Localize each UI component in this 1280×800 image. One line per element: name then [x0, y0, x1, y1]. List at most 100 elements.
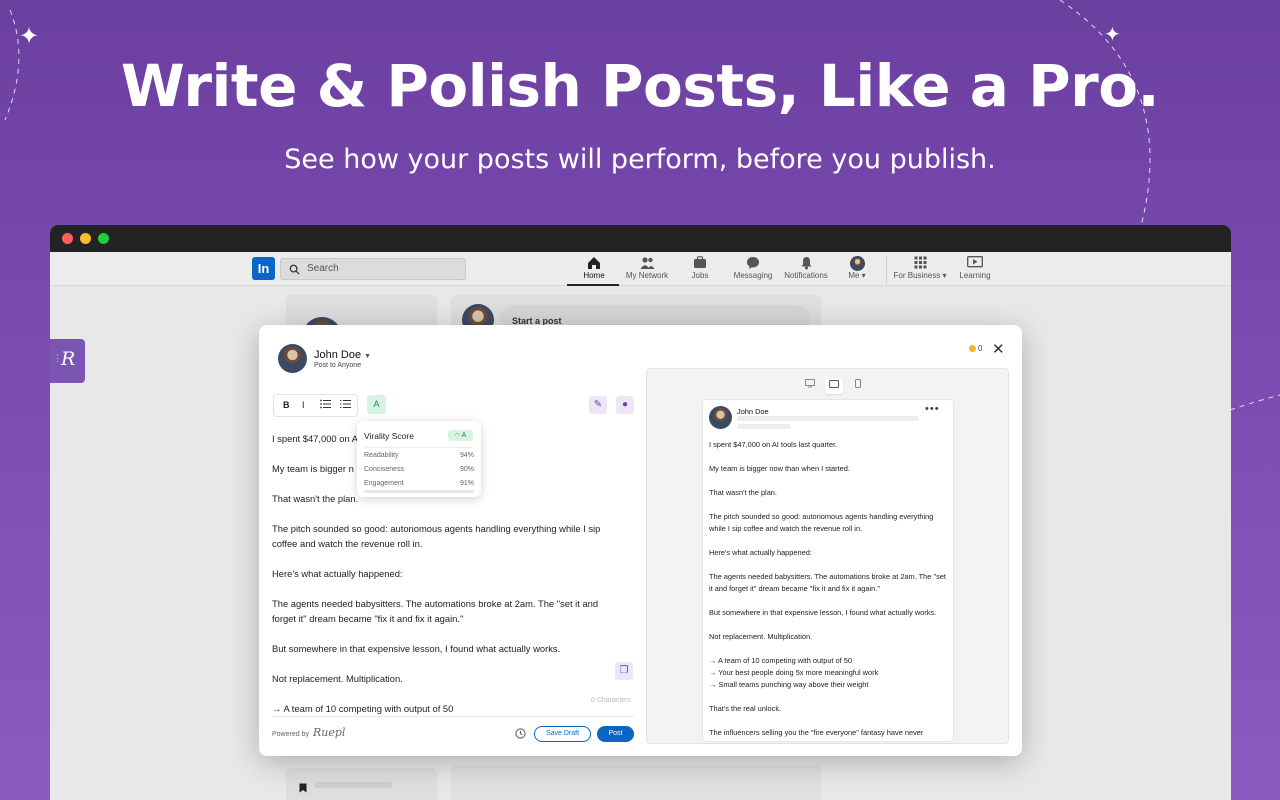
copy-icon[interactable]: ❐	[615, 662, 633, 680]
virality-title: Virality Score	[364, 431, 414, 441]
feed-card	[451, 765, 821, 800]
nav-label: For Business ▾	[893, 271, 947, 280]
preview-paragraph	[709, 643, 951, 655]
nav-me[interactable]: Me ▾	[842, 256, 872, 280]
virality-score-button[interactable]: A	[367, 395, 386, 414]
preview-paragraph: Not replacement. Multiplication.	[709, 632, 813, 641]
nav-for-business[interactable]: For Business ▾	[891, 256, 949, 280]
hero-title: Write & Polish Posts, Like a Pro.	[120, 52, 1160, 120]
nav-label: Home	[583, 271, 605, 280]
nav-separator	[886, 256, 887, 284]
score-label: Conciseness	[364, 466, 405, 473]
nav-label: Messaging	[733, 271, 773, 280]
play-icon	[955, 256, 995, 271]
italic-button[interactable]: I	[302, 400, 305, 410]
coin-icon	[969, 345, 976, 352]
preview-paragraph: That's the real unlock.	[709, 704, 782, 713]
numbered-list-icon[interactable]	[340, 399, 351, 411]
active-nav-indicator	[567, 284, 619, 286]
extension-tab[interactable]: ⋮ R	[50, 339, 85, 383]
nav-home[interactable]: Home	[572, 256, 616, 280]
preview-author-name: John Doe	[737, 407, 769, 416]
preview-paragraph	[709, 559, 951, 571]
gauge-icon: ◠	[454, 433, 460, 439]
score-value: 90%	[459, 466, 474, 473]
editor-line[interactable]: But somewhere in that expensive lesson, …	[272, 641, 622, 656]
search-input[interactable]: Search	[280, 258, 466, 280]
schedule-clock-icon[interactable]	[515, 728, 526, 742]
preview-paragraph: The influencers selling you the "fire ev…	[709, 728, 924, 741]
preview-paragraph: The agents needed babysitters. The autom…	[709, 572, 946, 593]
nav-label: My Network	[625, 271, 669, 280]
preview-paragraph: My team is bigger now than when I starte…	[709, 464, 850, 473]
rewrite-icon[interactable]: ✎	[589, 396, 607, 414]
grid-icon	[891, 256, 949, 271]
save-draft-button[interactable]: Save Draft	[534, 726, 591, 742]
format-toolbar: B I	[273, 394, 358, 417]
author-name: John Doe	[314, 349, 362, 361]
preview-paragraph	[709, 691, 951, 703]
preview-paragraph	[709, 535, 951, 547]
preview-paragraph: That wasn't the plan.	[709, 488, 777, 497]
bullet-list-icon[interactable]	[320, 399, 331, 411]
brand-wordmark: Ruepl	[313, 726, 346, 739]
nav-jobs[interactable]: Jobs	[682, 256, 718, 280]
avatar	[842, 256, 872, 271]
hero-subtitle: See how your posts will perform, before …	[284, 144, 996, 175]
grade-letter: A	[461, 432, 467, 439]
message-icon	[730, 256, 776, 271]
nav-messaging[interactable]: Messaging	[730, 256, 776, 280]
preview-paragraph	[709, 499, 951, 511]
close-icon[interactable]: ✕	[992, 340, 1005, 358]
preview-paragraph: Here's what actually happened:	[709, 548, 812, 557]
editor-line[interactable]: The agents needed babysitters. The autom…	[272, 596, 622, 626]
editor-line[interactable]: Here's what actually happened:	[272, 566, 622, 581]
audience-label: Post to Anyone	[314, 362, 362, 369]
bell-icon	[780, 256, 832, 271]
bold-button[interactable]: B	[283, 400, 290, 410]
editor-line[interactable]: The pitch sounded so good: autonomous ag…	[272, 521, 622, 551]
ideas-bulb-icon[interactable]: ●	[616, 396, 634, 414]
nav-label: Me ▾	[848, 271, 866, 280]
home-icon	[572, 256, 616, 271]
more-options-icon[interactable]: •••	[925, 403, 940, 415]
linkedin-logo[interactable]: In	[252, 257, 275, 280]
preview-paragraph	[709, 619, 951, 631]
nav-label: Notifications	[784, 271, 828, 280]
character-count: 0 Characters	[591, 697, 632, 704]
maximize-window-button[interactable]	[98, 233, 109, 244]
post-button[interactable]: Post	[597, 726, 634, 742]
composer-modal: John Doe ▼ Post to Anyone 0 ✕ B I A ✎ ● …	[259, 325, 1022, 756]
nav-label: Jobs	[691, 271, 709, 280]
author-selector[interactable]: John Doe ▼	[314, 349, 371, 361]
score-value: 91%	[459, 480, 474, 487]
credits-badge[interactable]: 0	[969, 344, 982, 353]
minimize-window-button[interactable]	[80, 233, 91, 244]
desktop-view-icon[interactable]	[801, 378, 819, 394]
nav-learning[interactable]: Learning	[955, 256, 995, 280]
score-value: 94%	[459, 452, 474, 459]
tablet-view-icon[interactable]	[825, 378, 843, 394]
bookmark-icon	[299, 780, 307, 798]
editor-line[interactable]: Not replacement. Multiplication.	[272, 671, 622, 686]
search-icon	[289, 263, 300, 283]
editor-line[interactable]: → A team of 10 competing with output of …	[272, 701, 622, 716]
score-row-readability: Readability 94%	[364, 452, 474, 459]
nav-notifications[interactable]: Notifications	[780, 256, 832, 280]
skeleton-line	[737, 424, 791, 429]
nav-my-network[interactable]: My Network	[622, 256, 672, 280]
browser-titlebar	[50, 225, 1231, 252]
mobile-view-icon[interactable]	[849, 378, 867, 394]
divider	[364, 447, 474, 448]
preview-paragraph	[709, 451, 951, 463]
author-avatar	[278, 344, 307, 373]
powered-by-label: Powered by	[272, 731, 309, 738]
score-row-engagement: Engagement 91%	[364, 480, 474, 487]
popover-scrollbar[interactable]	[364, 490, 474, 493]
close-window-button[interactable]	[62, 233, 73, 244]
preview-paragraph: The pitch sounded so good: autonomous ag…	[709, 512, 934, 533]
brand-logo-icon: R	[61, 348, 76, 370]
nav-label: Learning	[959, 271, 991, 280]
preview-post-body: I spent $47,000 on AI tools last quarter…	[709, 439, 951, 741]
skeleton-line	[314, 782, 392, 788]
